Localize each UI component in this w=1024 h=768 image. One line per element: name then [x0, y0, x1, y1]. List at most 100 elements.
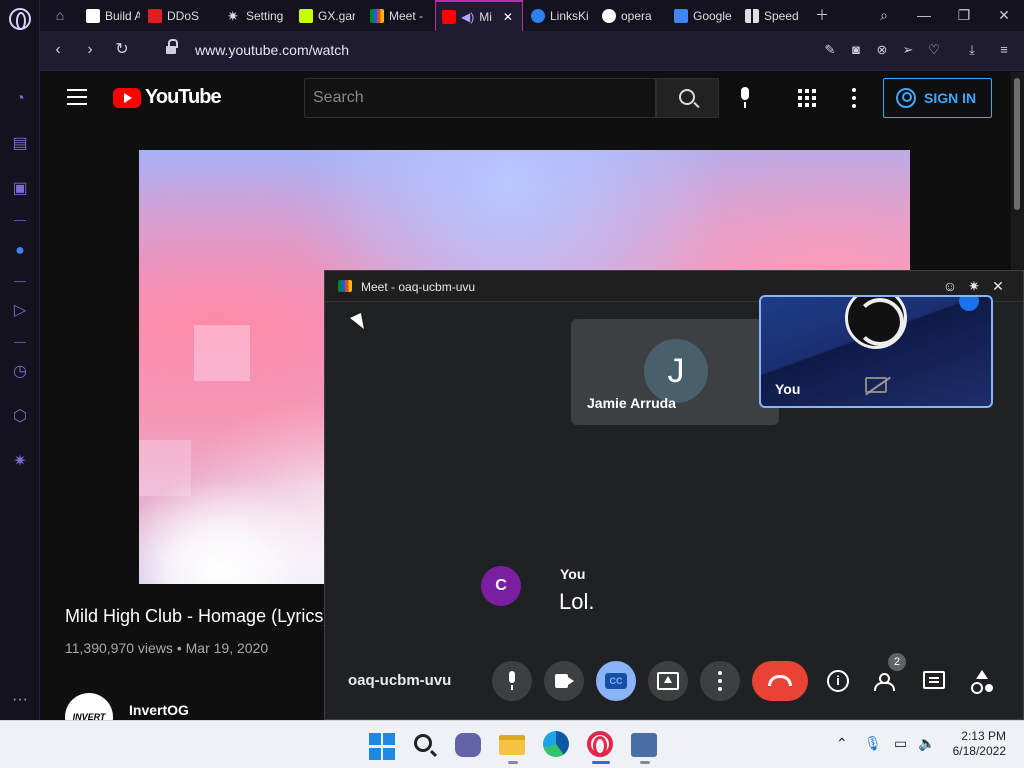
volume-icon[interactable]: 🔈	[918, 735, 935, 752]
running-indicator	[508, 761, 518, 764]
tab-label: LinksKi	[550, 8, 589, 23]
scrollbar-thumb[interactable]	[1014, 78, 1020, 210]
sign-in-button[interactable]: SIGN IN	[883, 78, 992, 118]
minimize-icon[interactable]: —	[904, 0, 944, 31]
speedometer-icon[interactable]: ◔	[10, 89, 30, 109]
download-icon[interactable]: ⤓	[964, 42, 980, 58]
tab-gx-games[interactable]: GX.gar	[293, 0, 355, 31]
close-window-icon[interactable]: ✕	[984, 0, 1024, 31]
tab-label: Speed	[764, 8, 799, 23]
participant-avatar: J	[644, 339, 708, 403]
extensions-cube-icon[interactable]: ⬡	[10, 407, 30, 427]
running-indicator	[640, 761, 650, 764]
people-button[interactable]	[872, 667, 900, 695]
meet-icon	[338, 280, 352, 292]
microphone-tray-icon[interactable]: 🎙	[864, 735, 882, 752]
taskbar-search-button[interactable]	[411, 731, 439, 759]
participant-name: You	[775, 381, 801, 397]
search-box	[304, 78, 656, 118]
tab-youtube-active[interactable]: ◀) Mi ✕	[435, 0, 523, 31]
tab-build-a[interactable]: Build A	[80, 0, 140, 31]
start-button-windows-icon[interactable]	[369, 733, 397, 761]
gear-icon: ✷	[227, 7, 239, 24]
send-icon[interactable]: ➢	[900, 42, 916, 58]
info-icon: i	[827, 670, 849, 692]
show-hidden-icons-chevron-up-icon[interactable]: ⌃	[836, 735, 848, 752]
player-icon[interactable]: ▷	[10, 301, 30, 321]
reload-icon[interactable]: ↻	[112, 40, 132, 60]
close-tab-icon[interactable]: ✕	[503, 10, 513, 24]
tab-linkski[interactable]: LinksKi	[525, 0, 595, 31]
easy-setup-icon[interactable]: ≡	[996, 42, 1012, 58]
file-explorer-button[interactable]	[499, 731, 527, 759]
ad-block-icon[interactable]: ⊗	[874, 42, 890, 58]
twitch-icon[interactable]: ▣	[10, 179, 30, 199]
settings-gear-icon[interactable]: ✷	[966, 278, 982, 294]
shopping-bag-icon[interactable]: ▤	[10, 134, 30, 154]
camera-button[interactable]	[544, 661, 584, 701]
leave-call-button[interactable]	[752, 661, 808, 701]
microphone-icon	[507, 671, 517, 691]
tab-settings[interactable]: ✷ Setting	[221, 0, 291, 31]
close-icon[interactable]: ✕	[990, 278, 1006, 294]
captions-button[interactable]: CC	[596, 661, 636, 701]
opera-logo-icon[interactable]	[9, 8, 31, 30]
tab-meet[interactable]: Meet -	[364, 0, 430, 31]
emoji-icon[interactable]: ☺	[942, 278, 958, 294]
clock[interactable]: 2:13 PM 6/18/2022	[953, 729, 1006, 759]
remote-desktop-icon	[631, 733, 657, 757]
search-input[interactable]	[305, 79, 655, 117]
heart-icon[interactable]: ♡	[926, 42, 942, 58]
teams-chat-button[interactable]	[455, 733, 483, 761]
more-options-button[interactable]	[700, 661, 740, 701]
sign-in-label: SIGN IN	[924, 90, 977, 106]
tab-speed-dial[interactable]: Speed	[739, 0, 809, 31]
remote-desktop-button[interactable]	[631, 733, 659, 761]
gamepad-icon[interactable]: ⌂	[40, 0, 80, 31]
upload-date: Mar 19, 2020	[185, 640, 269, 656]
settings-more-icon[interactable]	[852, 88, 856, 108]
video-meta: 11,390,970 views • Mar 19, 2020	[65, 640, 268, 656]
chat-icon	[923, 671, 945, 689]
search-tabs-icon[interactable]: ⌕	[864, 0, 904, 31]
meet-icon	[370, 8, 384, 23]
mic-button[interactable]	[492, 661, 532, 701]
network-icon[interactable]: ▭	[894, 735, 907, 752]
hamburger-menu-icon[interactable]	[67, 89, 87, 105]
tab-opera[interactable]: opera	[596, 0, 666, 31]
meeting-info-button[interactable]: i	[824, 667, 852, 695]
present-button[interactable]	[648, 661, 688, 701]
voice-search-icon[interactable]	[738, 87, 752, 109]
search-button[interactable]	[656, 78, 719, 118]
settings-gear-icon[interactable]: ✷	[10, 452, 30, 472]
back-icon[interactable]: ‹	[48, 40, 68, 60]
sidebar-divider	[14, 342, 26, 343]
apps-grid-icon[interactable]	[798, 89, 816, 107]
folder-icon	[499, 735, 525, 755]
audio-playing-icon[interactable]: ◀)	[461, 10, 474, 24]
youtube-logo[interactable]: YouTube	[113, 86, 222, 109]
url-field[interactable]: www.youtube.com/watch	[195, 42, 349, 58]
messenger-icon[interactable]: ●	[10, 241, 30, 261]
tab-label: DDoS	[167, 8, 200, 23]
taskbar: ⌃ 🎙 ▭ 🔈 2:13 PM 6/18/2022	[0, 720, 1024, 768]
participant-tile-self[interactable]: You	[759, 295, 993, 408]
forward-icon[interactable]: ›	[80, 40, 100, 60]
channel-name[interactable]: InvertOG	[129, 702, 189, 718]
channel-avatar[interactable]: INVERT	[65, 693, 113, 720]
more-dots-icon[interactable]: ···	[10, 690, 30, 710]
tab-label: Build A	[105, 8, 140, 23]
new-tab-plus-icon[interactable]: ＋	[802, 0, 842, 31]
opera-gx-button[interactable]	[587, 731, 615, 759]
camera-icon[interactable]: ◙	[848, 42, 864, 58]
tab-ddos[interactable]: DDoS	[142, 0, 208, 31]
tab-google[interactable]: Google	[668, 0, 738, 31]
restore-icon[interactable]: ❐	[944, 0, 984, 31]
activities-button[interactable]	[968, 667, 996, 695]
edit-icon[interactable]: ✎	[822, 42, 838, 58]
edge-button[interactable]	[543, 731, 571, 759]
history-icon[interactable]: ◷	[10, 362, 30, 382]
tab-label: GX.gar	[318, 8, 355, 23]
participant-tile-jamie[interactable]: J Jamie Arruda 🎤	[571, 319, 779, 425]
chat-button[interactable]	[920, 667, 948, 695]
